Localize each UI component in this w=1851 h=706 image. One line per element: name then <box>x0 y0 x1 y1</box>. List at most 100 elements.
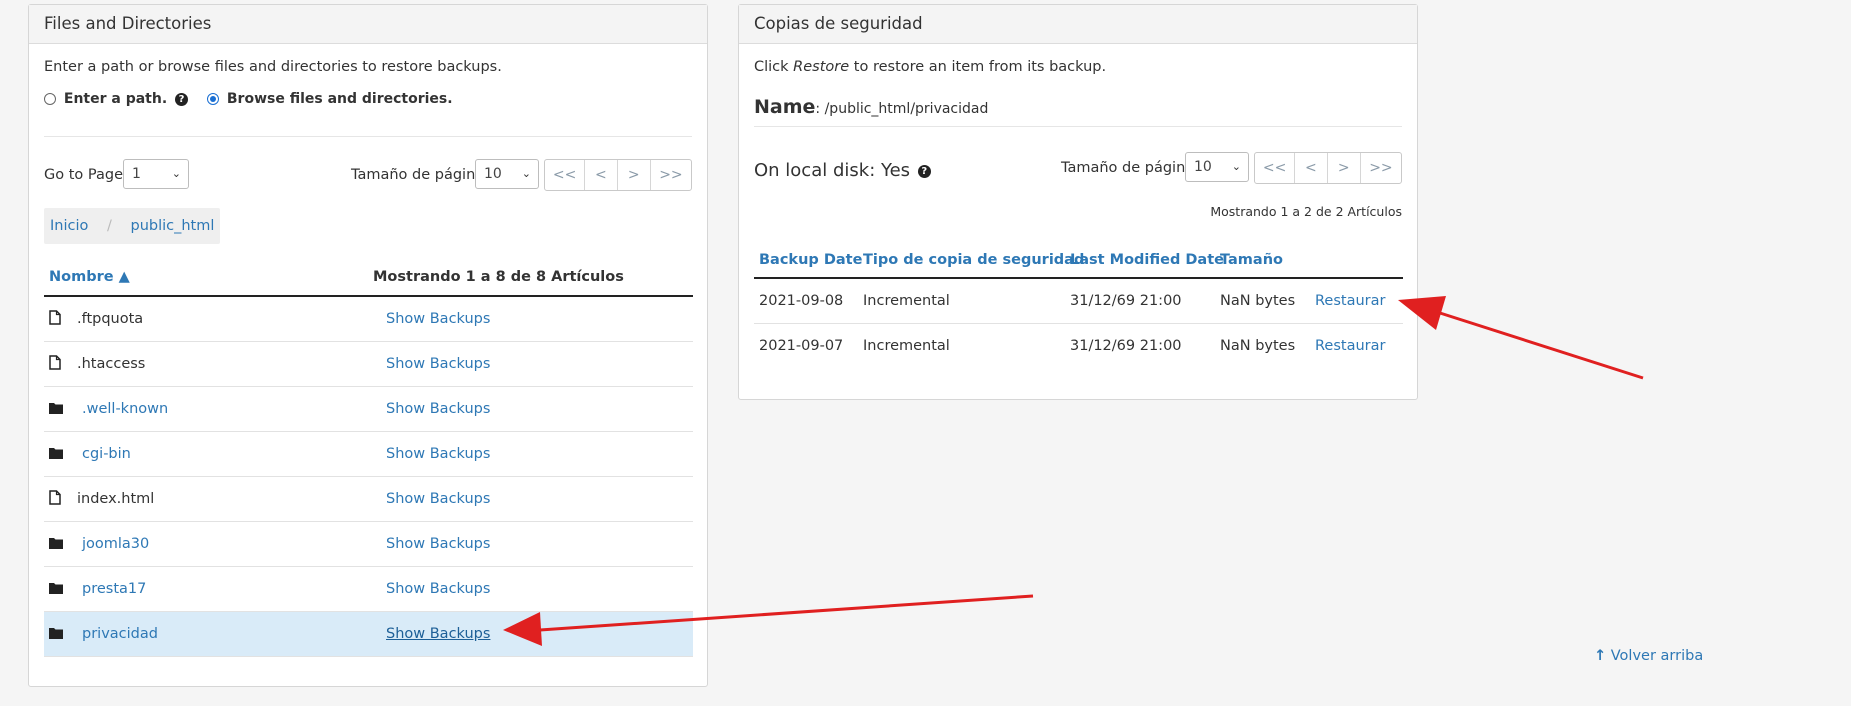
restore-emphasis: Restore <box>793 59 850 75</box>
table-row[interactable]: index.html Show Backups <box>44 477 693 522</box>
page-size-select[interactable]: 10 ⌄ <box>1185 152 1249 182</box>
last-page-button[interactable]: >> <box>1361 153 1401 183</box>
breadcrumb-public-html[interactable]: public_html <box>130 218 214 234</box>
file-icon <box>49 297 61 342</box>
files-panel-title: Files and Directories <box>29 5 707 44</box>
instructions-text-end: to restore an item from its backup. <box>849 59 1107 75</box>
folder-name-link[interactable]: privacidad <box>82 612 158 657</box>
files-table-header: Nombre ▲ Mostrando 1 a 8 de 8 Artículos <box>44 263 693 297</box>
help-icon[interactable]: ? <box>917 164 931 178</box>
page-size-value: 10 <box>1194 159 1212 175</box>
local-disk-text: On local disk: Yes <box>754 160 911 181</box>
enter-path-radio[interactable] <box>44 93 56 105</box>
last-modified-date: 31/12/69 21:00 <box>1070 338 1182 354</box>
show-backups-link[interactable]: Show Backups <box>386 342 490 387</box>
show-backups-link[interactable]: Show Backups <box>386 432 490 477</box>
backup-size: NaN bytes <box>1220 338 1296 354</box>
show-backups-link[interactable]: Show Backups <box>386 522 490 567</box>
backup-date: 2021-09-08 <box>759 293 844 309</box>
first-page-button[interactable]: << <box>545 160 586 190</box>
back-to-top-link[interactable]: ↑ Volver arriba <box>1594 648 1703 664</box>
restore-link[interactable]: Restaurar <box>1315 279 1385 324</box>
chevron-down-icon: ⌄ <box>1231 160 1241 173</box>
browse-option[interactable]: Browse files and directories. <box>207 91 453 107</box>
backup-type: Incremental <box>863 293 950 309</box>
file-icon <box>49 342 61 387</box>
local-disk-status: On local disk: Yes ? <box>754 160 931 181</box>
path-option[interactable]: Enter a path. ? <box>44 91 189 107</box>
page-size-select[interactable]: 10 ⌄ <box>475 159 539 189</box>
first-page-button[interactable]: << <box>1255 153 1296 183</box>
showing-count: Mostrando 1 a 2 de 2 Artículos <box>1210 204 1402 219</box>
breadcrumb-home[interactable]: Inicio <box>50 218 88 234</box>
folder-name-link[interactable]: joomla30 <box>82 522 149 567</box>
files-instructions: Enter a path or browse files and directo… <box>44 59 502 75</box>
file-name: index.html <box>77 491 155 507</box>
name-value: : /public_html/privacidad <box>815 101 989 117</box>
prev-page-button[interactable]: < <box>1295 153 1328 183</box>
table-row[interactable]: .ftpquota Show Backups <box>44 297 693 342</box>
restore-link[interactable]: Restaurar <box>1315 324 1385 369</box>
show-backups-link[interactable]: Show Backups <box>386 477 490 522</box>
table-row: 2021-09-07 Incremental 31/12/69 21:00 NaN b… <box>754 324 1403 369</box>
help-icon[interactable]: ? <box>175 92 189 106</box>
files-pager: << < > >> <box>544 159 692 191</box>
table-row[interactable]: .htaccess Show Backups <box>44 342 693 387</box>
table-row: 2021-09-08 Incremental 31/12/69 21:00 NaN b… <box>754 279 1403 324</box>
browse-label: Browse files and directories. <box>226 91 453 107</box>
folder-icon <box>49 567 63 612</box>
browse-radio[interactable] <box>207 93 219 105</box>
folder-icon <box>49 612 63 657</box>
backup-date: 2021-09-07 <box>759 338 844 354</box>
files-directories-panel: Files and Directories Enter a path or br… <box>28 4 708 687</box>
table-row[interactable]: .well-known Show Backups <box>44 387 693 432</box>
table-row[interactable]: privacidad Show Backups <box>44 612 693 657</box>
goto-page-select[interactable]: 1 ⌄ <box>123 159 189 189</box>
table-row[interactable]: cgi-bin Show Backups <box>44 432 693 477</box>
prev-page-button[interactable]: < <box>585 160 618 190</box>
back-to-top-label: Volver arriba <box>1610 648 1704 664</box>
show-backups-link[interactable]: Show Backups <box>386 567 490 612</box>
file-name: .ftpquota <box>77 311 144 327</box>
folder-icon <box>49 432 63 477</box>
backup-size: NaN bytes <box>1220 293 1296 309</box>
backup-type: Incremental <box>863 338 950 354</box>
goto-page-value: 1 <box>132 166 141 182</box>
page-size-label: Tamaño de página <box>1061 160 1195 176</box>
name-label: Name <box>754 96 816 118</box>
last-modified-date: 31/12/69 21:00 <box>1070 293 1182 309</box>
folder-name-link[interactable]: cgi-bin <box>82 432 131 477</box>
items-count: Mostrando 1 a 8 de 8 Artículos <box>373 269 624 285</box>
goto-page-label: Go to Page: <box>44 167 128 183</box>
breadcrumb-separator: / <box>106 218 112 234</box>
backups-pager: << < > >> <box>1254 152 1402 184</box>
page-size-value: 10 <box>484 166 502 182</box>
col-size[interactable]: Tamaño <box>1220 252 1283 268</box>
last-page-button[interactable]: >> <box>651 160 691 190</box>
arrow-to-restaurar <box>1398 296 1644 380</box>
divider <box>754 126 1402 127</box>
chevron-down-icon: ⌄ <box>521 167 531 180</box>
backup-item-name: Name: /public_html/privacidad <box>754 96 988 118</box>
next-page-button[interactable]: > <box>1328 153 1361 183</box>
divider <box>44 136 692 137</box>
show-backups-link[interactable]: Show Backups <box>386 297 490 342</box>
next-page-button[interactable]: > <box>618 160 651 190</box>
file-name: .htaccess <box>77 356 146 372</box>
file-icon <box>49 477 61 522</box>
table-row[interactable]: joomla30 Show Backups <box>44 522 693 567</box>
col-last-modified[interactable]: Last Modified Date <box>1070 252 1224 268</box>
col-backup-type[interactable]: Tipo de copia de seguridad <box>863 252 1084 268</box>
backups-panel-title: Copias de seguridad <box>739 5 1417 44</box>
folder-name-link[interactable]: .well-known <box>82 387 168 432</box>
instructions-text: Click <box>754 59 794 75</box>
folder-name-link[interactable]: presta17 <box>82 567 146 612</box>
col-backup-date[interactable]: Backup Date <box>759 252 862 268</box>
show-backups-link[interactable]: Show Backups <box>386 612 490 657</box>
enter-path-label: Enter a path. <box>63 91 168 107</box>
breadcrumb: Inicio / public_html <box>44 208 221 244</box>
folder-icon <box>49 522 63 567</box>
sort-by-name-header[interactable]: Nombre ▲ <box>49 269 130 285</box>
show-backups-link[interactable]: Show Backups <box>386 387 490 432</box>
table-row[interactable]: presta17 Show Backups <box>44 567 693 612</box>
